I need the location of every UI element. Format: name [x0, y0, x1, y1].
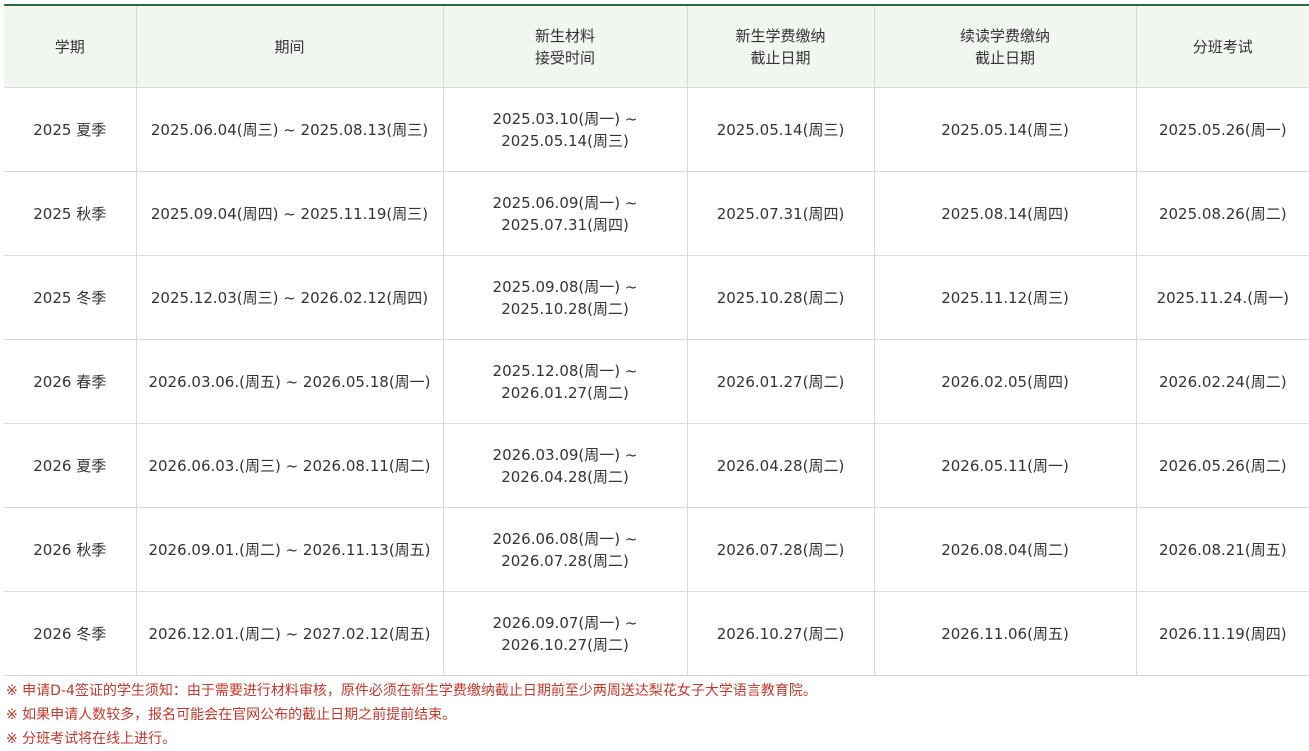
- cell-materials: 2025.06.09(周一) ~ 2025.07.31(周四): [443, 172, 687, 256]
- cell-continuing-fee: 2026.02.05(周四): [874, 340, 1136, 424]
- header-materials-line2: 接受时间: [444, 47, 687, 69]
- cell-new-fee: 2025.10.28(周二): [687, 256, 874, 340]
- cell-materials-start: 2026.09.07(周一) ~: [444, 612, 687, 634]
- table-row: 2025 冬季 2025.12.03(周三) ~ 2026.02.12(周四) …: [4, 256, 1309, 340]
- table-header: 学期 期间 新生材料 接受时间 新生学费缴纳 截止日期 续读学费缴纳 截止日期: [4, 5, 1309, 88]
- header-placement-label: 分班考试: [1137, 36, 1309, 58]
- table-row: 2025 夏季 2025.06.04(周三) ~ 2025.08.13(周三) …: [4, 88, 1309, 172]
- cell-materials-start: 2025.06.09(周一) ~: [444, 192, 687, 214]
- cell-new-fee: 2026.10.27(周二): [687, 592, 874, 676]
- note-visa: ※ 申请D-4签证的学生须知：由于需要进行材料审核，原件必须在新生学费缴纳截止日…: [6, 679, 1306, 703]
- note-online-test: ※ 分班考试将在线上进行。: [6, 727, 1306, 751]
- cell-placement: 2025.05.26(周一): [1136, 88, 1309, 172]
- header-continuing-fee-line1: 续读学费缴纳: [875, 25, 1136, 47]
- schedule-table: 学期 期间 新生材料 接受时间 新生学费缴纳 截止日期 续读学费缴纳 截止日期: [4, 4, 1309, 676]
- cell-placement: 2026.08.21(周五): [1136, 508, 1309, 592]
- page: 学期 期间 新生材料 接受时间 新生学费缴纳 截止日期 续读学费缴纳 截止日期: [0, 0, 1309, 749]
- cell-continuing-fee: 2025.11.12(周三): [874, 256, 1136, 340]
- cell-term: 2025 冬季: [4, 256, 136, 340]
- cell-period: 2025.06.04(周三) ~ 2025.08.13(周三): [136, 88, 443, 172]
- cell-new-fee: 2026.01.27(周二): [687, 340, 874, 424]
- cell-period: 2026.03.06.(周五) ~ 2026.05.18(周一): [136, 340, 443, 424]
- cell-materials-start: 2025.12.08(周一) ~: [444, 360, 687, 382]
- cell-term: 2026 春季: [4, 340, 136, 424]
- cell-new-fee: 2026.04.28(周二): [687, 424, 874, 508]
- cell-continuing-fee: 2026.11.06(周五): [874, 592, 1136, 676]
- cell-term: 2025 秋季: [4, 172, 136, 256]
- cell-period: 2026.09.01.(周二) ~ 2026.11.13(周五): [136, 508, 443, 592]
- cell-materials: 2025.09.08(周一) ~ 2025.10.28(周二): [443, 256, 687, 340]
- cell-continuing-fee: 2025.08.14(周四): [874, 172, 1136, 256]
- cell-placement: 2025.08.26(周二): [1136, 172, 1309, 256]
- cell-materials-start: 2025.09.08(周一) ~: [444, 276, 687, 298]
- cell-materials-end: 2026.10.27(周二): [444, 634, 687, 656]
- cell-materials-start: 2026.06.08(周一) ~: [444, 528, 687, 550]
- cell-period: 2026.06.03.(周三) ~ 2026.08.11(周二): [136, 424, 443, 508]
- table-row: 2025 秋季 2025.09.04(周四) ~ 2025.11.19(周三) …: [4, 172, 1309, 256]
- cell-materials-end: 2025.05.14(周三): [444, 130, 687, 152]
- cell-period: 2026.12.01.(周二) ~ 2027.02.12(周五): [136, 592, 443, 676]
- cell-materials-end: 2026.04.28(周二): [444, 466, 687, 488]
- cell-materials-end: 2026.07.28(周二): [444, 550, 687, 572]
- header-term: 学期: [4, 5, 136, 88]
- header-placement: 分班考试: [1136, 5, 1309, 88]
- cell-placement: 2025.11.24.(周一): [1136, 256, 1309, 340]
- cell-materials-start: 2025.03.10(周一) ~: [444, 108, 687, 130]
- cell-period: 2025.09.04(周四) ~ 2025.11.19(周三): [136, 172, 443, 256]
- header-period-label: 期间: [137, 36, 443, 58]
- header-continuing-fee: 续读学费缴纳 截止日期: [874, 5, 1136, 88]
- header-continuing-fee-line2: 截止日期: [875, 47, 1136, 69]
- cell-materials: 2025.03.10(周一) ~ 2025.05.14(周三): [443, 88, 687, 172]
- cell-materials-end: 2026.01.27(周二): [444, 382, 687, 404]
- note-early-close: ※ 如果申请人数较多，报名可能会在官网公布的截止日期之前提前结束。: [6, 703, 1306, 727]
- cell-materials-start: 2026.03.09(周一) ~: [444, 444, 687, 466]
- table-row: 2026 秋季 2026.09.01.(周二) ~ 2026.11.13(周五)…: [4, 508, 1309, 592]
- header-new-fee-line1: 新生学费缴纳: [688, 25, 874, 47]
- cell-period: 2025.12.03(周三) ~ 2026.02.12(周四): [136, 256, 443, 340]
- table-row: 2026 夏季 2026.06.03.(周三) ~ 2026.08.11(周二)…: [4, 424, 1309, 508]
- header-period: 期间: [136, 5, 443, 88]
- notes-section: ※ 申请D-4签证的学生须知：由于需要进行材料审核，原件必须在新生学费缴纳截止日…: [6, 679, 1306, 751]
- header-new-fee-line2: 截止日期: [688, 47, 874, 69]
- cell-materials-end: 2025.07.31(周四): [444, 214, 687, 236]
- table-row: 2026 春季 2026.03.06.(周五) ~ 2026.05.18(周一)…: [4, 340, 1309, 424]
- cell-materials: 2026.06.08(周一) ~ 2026.07.28(周二): [443, 508, 687, 592]
- cell-new-fee: 2025.07.31(周四): [687, 172, 874, 256]
- header-materials-line1: 新生材料: [444, 25, 687, 47]
- cell-new-fee: 2025.05.14(周三): [687, 88, 874, 172]
- table-body: 2025 夏季 2025.06.04(周三) ~ 2025.08.13(周三) …: [4, 88, 1309, 676]
- header-materials: 新生材料 接受时间: [443, 5, 687, 88]
- table-row: 2026 冬季 2026.12.01.(周二) ~ 2027.02.12(周五)…: [4, 592, 1309, 676]
- header-row: 学期 期间 新生材料 接受时间 新生学费缴纳 截止日期 续读学费缴纳 截止日期: [4, 5, 1309, 88]
- cell-term: 2026 冬季: [4, 592, 136, 676]
- cell-placement: 2026.05.26(周二): [1136, 424, 1309, 508]
- cell-materials: 2025.12.08(周一) ~ 2026.01.27(周二): [443, 340, 687, 424]
- cell-continuing-fee: 2026.08.04(周二): [874, 508, 1136, 592]
- cell-placement: 2026.11.19(周四): [1136, 592, 1309, 676]
- cell-term: 2026 秋季: [4, 508, 136, 592]
- cell-materials: 2026.09.07(周一) ~ 2026.10.27(周二): [443, 592, 687, 676]
- cell-continuing-fee: 2026.05.11(周一): [874, 424, 1136, 508]
- cell-materials-end: 2025.10.28(周二): [444, 298, 687, 320]
- header-term-label: 学期: [4, 36, 136, 58]
- cell-placement: 2026.02.24(周二): [1136, 340, 1309, 424]
- cell-new-fee: 2026.07.28(周二): [687, 508, 874, 592]
- cell-term: 2026 夏季: [4, 424, 136, 508]
- header-new-fee: 新生学费缴纳 截止日期: [687, 5, 874, 88]
- cell-continuing-fee: 2025.05.14(周三): [874, 88, 1136, 172]
- cell-materials: 2026.03.09(周一) ~ 2026.04.28(周二): [443, 424, 687, 508]
- cell-term: 2025 夏季: [4, 88, 136, 172]
